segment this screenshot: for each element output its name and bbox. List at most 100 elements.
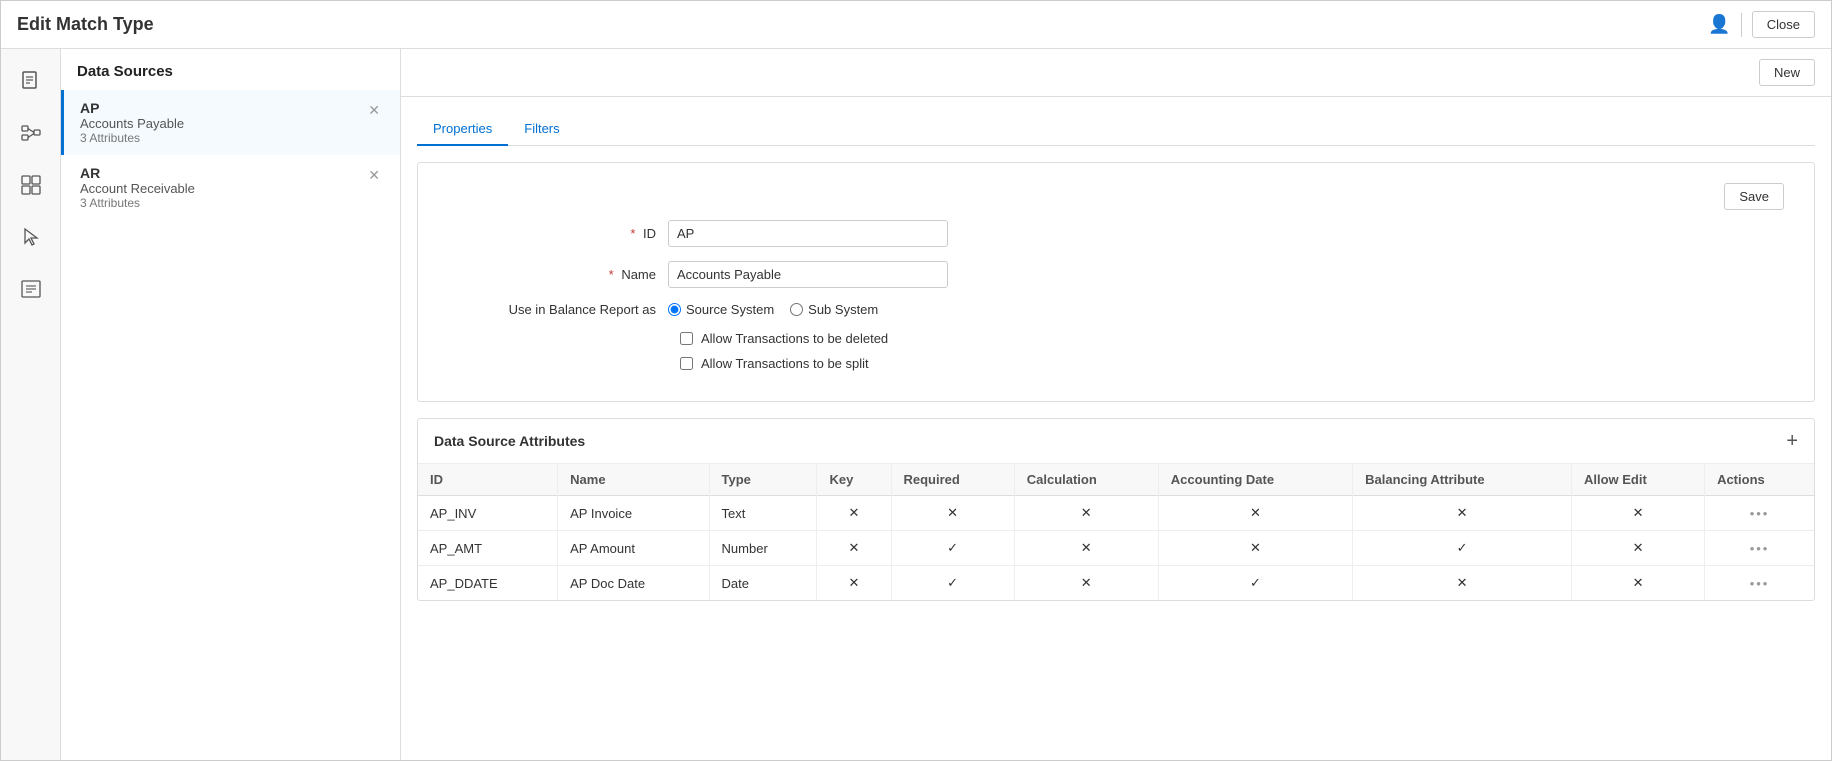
page-title: Edit Match Type — [17, 14, 154, 35]
sidebar-icon-grid[interactable] — [9, 163, 53, 207]
ds-item-ap-name: Accounts Payable — [80, 116, 364, 131]
content-header: New — [401, 49, 1831, 97]
cell-type: Text — [709, 496, 817, 531]
table-header-row: ID Name Type Key Required Calculation Ac… — [418, 464, 1814, 496]
header-actions: 👤 Close — [1708, 11, 1815, 38]
ds-item-ar-close[interactable]: ✕ — [364, 165, 384, 186]
radio-sub-system-input[interactable] — [790, 303, 803, 316]
tabs: Properties Filters — [417, 113, 1815, 146]
cell-accounting-date: ✓ — [1158, 566, 1352, 601]
cell-calculation: ✕ — [1014, 496, 1158, 531]
name-input[interactable] — [668, 261, 948, 288]
name-label: * Name — [448, 267, 668, 282]
actions-menu[interactable]: ••• — [1750, 576, 1770, 591]
user-icon: 👤 — [1708, 14, 1730, 35]
name-required-star: * — [609, 267, 614, 282]
cell-name: AP Doc Date — [558, 566, 709, 601]
cell-id: AP_DDATE — [418, 566, 558, 601]
cell-allow-edit: ✕ — [1571, 566, 1704, 601]
ds-item-ap-attrs: 3 Attributes — [80, 131, 364, 145]
col-accounting-date: Accounting Date — [1158, 464, 1352, 496]
cell-key: ✕ — [817, 496, 891, 531]
cell-actions[interactable]: ••• — [1705, 531, 1814, 566]
ds-item-ar-attrs: 3 Attributes — [80, 196, 364, 210]
sidebar-icon-cursor[interactable] — [9, 215, 53, 259]
cell-id: AP_AMT — [418, 531, 558, 566]
ds-item-ar-content: AR Account Receivable 3 Attributes — [80, 165, 364, 210]
attributes-header: Data Source Attributes + — [418, 419, 1814, 464]
form-row-name: * Name — [448, 261, 1784, 288]
new-button[interactable]: New — [1759, 59, 1815, 86]
tab-filters[interactable]: Filters — [508, 113, 575, 146]
radio-source-system-label: Source System — [686, 302, 774, 317]
content-area: New Properties Filters Save — [401, 49, 1831, 760]
col-actions: Actions — [1705, 464, 1814, 496]
ds-item-ap-close[interactable]: ✕ — [364, 100, 384, 121]
table-row: AP_DDATE AP Doc Date Date ✕ ✓ ✕ ✓ ✕ ✕ ••… — [418, 566, 1814, 601]
checkbox-row-split: Allow Transactions to be split — [680, 356, 1784, 371]
cell-calculation: ✕ — [1014, 531, 1158, 566]
ds-item-ar-id: AR — [80, 165, 364, 181]
cell-allow-edit: ✕ — [1571, 496, 1704, 531]
sidebar-icon-document[interactable] — [9, 59, 53, 103]
ds-item-ap-id: AP — [80, 100, 364, 116]
main-layout: Data Sources AP Accounts Payable 3 Attri… — [1, 49, 1831, 760]
header-divider — [1741, 13, 1742, 37]
col-allow-edit: Allow Edit — [1571, 464, 1704, 496]
cell-key: ✕ — [817, 531, 891, 566]
add-attribute-button[interactable]: + — [1786, 431, 1798, 451]
cell-balancing-attribute: ✕ — [1353, 566, 1572, 601]
content-body: Properties Filters Save * ID — [401, 97, 1831, 760]
cell-name: AP Invoice — [558, 496, 709, 531]
form-row-id: * ID — [448, 220, 1784, 247]
col-required: Required — [891, 464, 1014, 496]
header: Edit Match Type 👤 Close — [1, 1, 1831, 49]
cell-id: AP_INV — [418, 496, 558, 531]
cell-type: Date — [709, 566, 817, 601]
actions-menu[interactable]: ••• — [1750, 506, 1770, 521]
sidebar-icon-list[interactable] — [9, 267, 53, 311]
data-sources-panel: Data Sources AP Accounts Payable 3 Attri… — [61, 49, 401, 760]
allow-split-checkbox[interactable] — [680, 357, 693, 370]
properties-section: Save * ID * Name — [417, 162, 1815, 402]
cell-actions[interactable]: ••• — [1705, 566, 1814, 601]
data-source-item-ar[interactable]: AR Account Receivable 3 Attributes ✕ — [61, 155, 400, 220]
radio-sub-system[interactable]: Sub System — [790, 302, 878, 317]
attributes-title: Data Source Attributes — [434, 433, 585, 449]
id-required-star: * — [630, 226, 635, 241]
cell-balancing-attribute: ✓ — [1353, 531, 1572, 566]
allow-delete-checkbox[interactable] — [680, 332, 693, 345]
ds-item-ar-name: Account Receivable — [80, 181, 364, 196]
attributes-section: Data Source Attributes + ID Name Type Ke… — [417, 418, 1815, 601]
form-row-balance: Use in Balance Report as Source System S… — [448, 302, 1784, 317]
allow-delete-label: Allow Transactions to be deleted — [701, 331, 888, 346]
allow-split-label: Allow Transactions to be split — [701, 356, 869, 371]
col-balancing-attribute: Balancing Attribute — [1353, 464, 1572, 496]
cell-required: ✕ — [891, 496, 1014, 531]
col-id: ID — [418, 464, 558, 496]
cell-required: ✓ — [891, 566, 1014, 601]
data-source-item-ap[interactable]: AP Accounts Payable 3 Attributes ✕ — [61, 90, 400, 155]
save-btn-container: Save — [448, 183, 1784, 210]
tab-properties[interactable]: Properties — [417, 113, 508, 146]
table-row: AP_INV AP Invoice Text ✕ ✕ ✕ ✕ ✕ ✕ ••• — [418, 496, 1814, 531]
checkbox-row-delete: Allow Transactions to be deleted — [680, 331, 1784, 346]
radio-source-system-input[interactable] — [668, 303, 681, 316]
cell-actions[interactable]: ••• — [1705, 496, 1814, 531]
sidebar-icon-flow[interactable] — [9, 111, 53, 155]
radio-group-balance: Source System Sub System — [668, 302, 878, 317]
attributes-tbody: AP_INV AP Invoice Text ✕ ✕ ✕ ✕ ✕ ✕ ••• A… — [418, 496, 1814, 601]
id-label: * ID — [448, 226, 668, 241]
actions-menu[interactable]: ••• — [1750, 541, 1770, 556]
cell-name: AP Amount — [558, 531, 709, 566]
data-sources-title: Data Sources — [61, 49, 400, 90]
close-button[interactable]: Close — [1752, 11, 1815, 38]
ds-item-ap-content: AP Accounts Payable 3 Attributes — [80, 100, 364, 145]
id-input[interactable] — [668, 220, 948, 247]
radio-source-system[interactable]: Source System — [668, 302, 774, 317]
cell-accounting-date: ✕ — [1158, 531, 1352, 566]
balance-report-label: Use in Balance Report as — [448, 302, 668, 317]
cell-required: ✓ — [891, 531, 1014, 566]
save-button[interactable]: Save — [1724, 183, 1784, 210]
radio-sub-system-label: Sub System — [808, 302, 878, 317]
